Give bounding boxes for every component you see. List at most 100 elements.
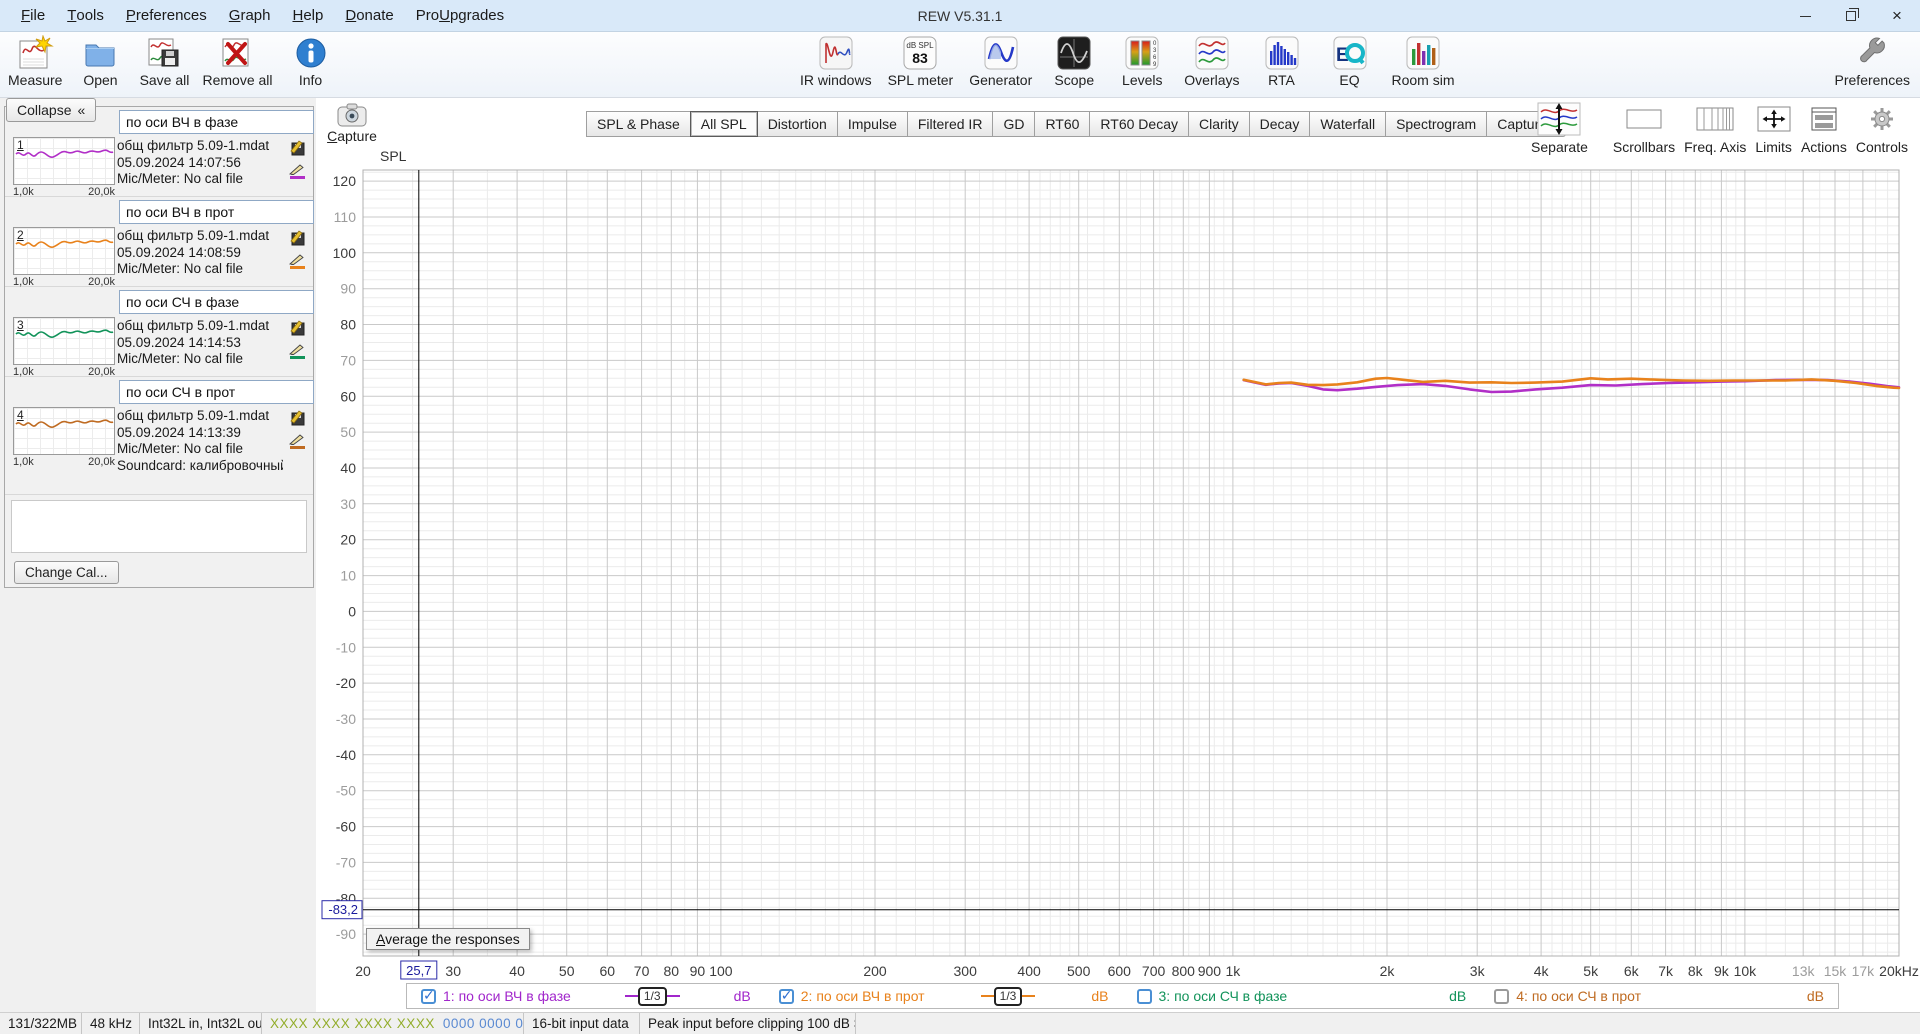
average-responses-tooltip: Average the responses	[366, 928, 530, 950]
smoothing-badge[interactable]: 1/3	[980, 986, 1036, 1006]
graph-tab[interactable]: RT60 Decay	[1089, 111, 1189, 137]
trace-checkbox[interactable]	[1494, 988, 1510, 1004]
info-button[interactable]: Info	[285, 35, 337, 88]
menu-item[interactable]: Graph	[218, 0, 282, 31]
remove-all-button[interactable]: Remove all	[202, 35, 273, 88]
measurement-entry[interactable]: ✕ 3 1,0k	[5, 287, 328, 378]
status-peak: Peak input before clipping 100 dB SPL	[640, 1013, 856, 1034]
minimize-button[interactable]	[1782, 0, 1828, 32]
trace-label: 4: по оси СЧ в прот	[1516, 988, 1642, 1004]
svg-text:800: 800	[1172, 963, 1196, 979]
graph-panel: 120 110 100 90 80 70 60 50 40 30 20 10 0 -10 -20 -30 -40…	[316, 98, 1920, 1012]
measurement-name-input[interactable]	[119, 110, 314, 134]
graph-tab[interactable]: Clarity	[1187, 111, 1250, 137]
graph-tab[interactable]: Impulse	[836, 111, 908, 137]
menu-item[interactable]: Pro Upgrades	[405, 0, 515, 31]
graph-tab[interactable]: GD	[992, 111, 1036, 137]
preferences-button[interactable]: Preferences	[1835, 35, 1910, 88]
trace-label: 1: по оси ВЧ в фазе	[443, 988, 571, 1004]
overlays-button[interactable]: Overlays	[1184, 35, 1240, 88]
collapse-button[interactable]: Collapse «	[6, 98, 97, 122]
scrollbars-button[interactable]: Scrollbars	[1613, 101, 1675, 155]
separate-button[interactable]: Separate	[1531, 101, 1588, 155]
eq-button[interactable]: E EQ	[1324, 35, 1376, 88]
measurement-thumbnail[interactable]: 1 1,0k 20,0k	[13, 137, 115, 198]
legend-entry: 3: по оси СЧ в фазе dB	[1123, 988, 1481, 1004]
measurement-thumbnail[interactable]: 2 1,0k 20,0k	[13, 227, 115, 288]
levels-button[interactable]: 03 69 Levels	[1116, 35, 1168, 88]
menu-item[interactable]: Help	[281, 0, 334, 31]
rta-button[interactable]: RTA	[1256, 35, 1308, 88]
trace-checkbox[interactable]	[1136, 988, 1152, 1004]
menu-item[interactable]: Tools	[56, 0, 115, 31]
ir-windows-button[interactable]: IR windows	[800, 35, 872, 88]
graph-tab[interactable]: RT60	[1034, 111, 1091, 137]
measurement-info: общ фильтр 5.09-1.mdat 05.09.2024 14:13:…	[117, 408, 283, 474]
spl-meter-button[interactable]: dB SPL 83 SPL meter	[888, 35, 953, 88]
limits-button[interactable]: Limits	[1755, 101, 1792, 155]
scope-button[interactable]: Scope	[1048, 35, 1100, 88]
measurement-name-input[interactable]	[119, 380, 314, 404]
graph-tabs: SPL & Phase All SPL Distortion Impulse F…	[586, 111, 1566, 137]
svg-text:80: 80	[340, 317, 356, 333]
freq-axis-icon	[1696, 107, 1734, 131]
menu-item[interactable]: Preferences	[115, 0, 218, 31]
save-measurement-icon[interactable]	[289, 229, 306, 246]
save-measurement-icon[interactable]	[289, 319, 306, 336]
actions-button[interactable]: Actions	[1801, 101, 1847, 155]
menu-item[interactable]: File	[10, 0, 56, 31]
measurement-date: 05.09.2024 14:13:39	[117, 424, 241, 440]
save-measurement-icon[interactable]	[289, 409, 306, 426]
measurement-entry[interactable]: ✕ 2 1,0k	[5, 197, 328, 288]
trace-style-control[interactable]	[289, 433, 305, 449]
trace-style-control[interactable]	[289, 253, 305, 269]
measurement-entry[interactable]: ✕ 4 1,0k	[5, 377, 328, 495]
measurement-thumbnail[interactable]: 3 1,0k 20,0k	[13, 317, 115, 378]
svg-text:9k: 9k	[1714, 963, 1730, 979]
svg-text:83: 83	[913, 50, 929, 66]
trace-line-sample	[980, 995, 994, 997]
trace-style-control[interactable]	[289, 343, 305, 359]
maximize-button[interactable]	[1828, 0, 1874, 32]
menu-item[interactable]: Donate	[334, 0, 404, 31]
close-button[interactable]: ×	[1874, 0, 1920, 32]
measurement-name-input[interactable]	[119, 200, 314, 224]
generator-button[interactable]: Generator	[969, 35, 1032, 88]
measurement-mic: Mic/Meter: No cal file	[117, 261, 244, 276]
change-cal-button[interactable]: Change Cal...	[14, 560, 119, 584]
graph-tab[interactable]: All SPL	[689, 111, 758, 137]
svg-text:0: 0	[348, 603, 356, 619]
svg-text:20: 20	[355, 963, 371, 979]
trace-style-control[interactable]	[289, 163, 305, 179]
measurement-name-input[interactable]	[119, 290, 314, 314]
save-all-button[interactable]: Save all	[138, 35, 190, 88]
measure-button[interactable]: Measure	[8, 35, 62, 88]
graph-tab[interactable]: Decay	[1248, 111, 1311, 137]
pencil-icon	[289, 434, 304, 445]
controls-button[interactable]: Controls	[1856, 101, 1908, 155]
measurement-file: общ фильтр 5.09-1.mdat	[117, 318, 270, 333]
graph-tab[interactable]: Spectrogram	[1385, 111, 1488, 137]
measurement-file: общ фильтр 5.09-1.mdat	[117, 138, 270, 153]
measurement-list-empty-area[interactable]	[11, 500, 307, 553]
smoothing-badge[interactable]: 1/3	[624, 986, 680, 1006]
trace-checkbox[interactable]	[778, 987, 794, 1004]
graph-tab[interactable]: Distortion	[756, 111, 838, 137]
svg-text:100: 100	[333, 245, 357, 261]
room-sim-button[interactable]: Room sim	[1392, 35, 1455, 88]
svg-text:7k: 7k	[1658, 963, 1674, 979]
graph-tab[interactable]: Waterfall	[1309, 111, 1387, 137]
status-io-format: Int32L in, Int32L out	[140, 1013, 262, 1034]
svg-text:30: 30	[445, 963, 461, 979]
open-button[interactable]: Open	[74, 35, 126, 88]
graph-tab[interactable]: SPL & Phase	[586, 111, 691, 137]
spl-chart[interactable]: 1201101009080706050403020100-10-20-30-40…	[316, 98, 1920, 1012]
menu-bar: File Tools Preferences Graph Help Donate…	[0, 0, 515, 31]
freq-axis-button[interactable]: Freq. Axis	[1684, 101, 1746, 155]
measurement-thumbnail[interactable]: 4 1,0k 20,0k	[13, 407, 115, 468]
save-measurement-icon[interactable]	[289, 139, 306, 156]
svg-text:90: 90	[690, 963, 706, 979]
trace-checkbox[interactable]	[421, 987, 436, 1004]
capture-button[interactable]: Capture	[327, 103, 377, 144]
graph-tab[interactable]: Filtered IR	[906, 111, 994, 137]
